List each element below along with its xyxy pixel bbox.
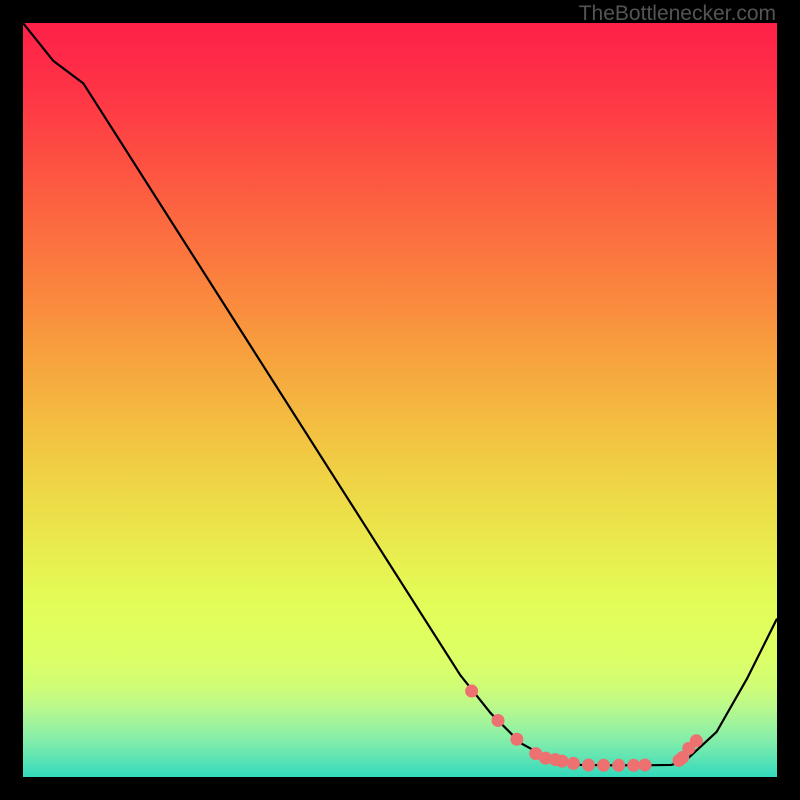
marker-dot: [465, 685, 478, 698]
marker-dot: [612, 759, 625, 772]
marker-dot: [627, 759, 640, 772]
marker-dot: [567, 757, 580, 770]
marker-dot: [639, 758, 652, 771]
marker-dot: [690, 734, 703, 747]
chart-area: [23, 23, 777, 777]
marker-dot: [597, 759, 610, 772]
marker-dot: [556, 755, 569, 768]
marker-dot: [510, 733, 523, 746]
watermark-text: TheBottlenecker.com: [579, 2, 776, 26]
gradient-background: [23, 23, 777, 777]
chart-svg: [23, 23, 777, 777]
marker-dot: [582, 758, 595, 771]
marker-dot: [492, 714, 505, 727]
